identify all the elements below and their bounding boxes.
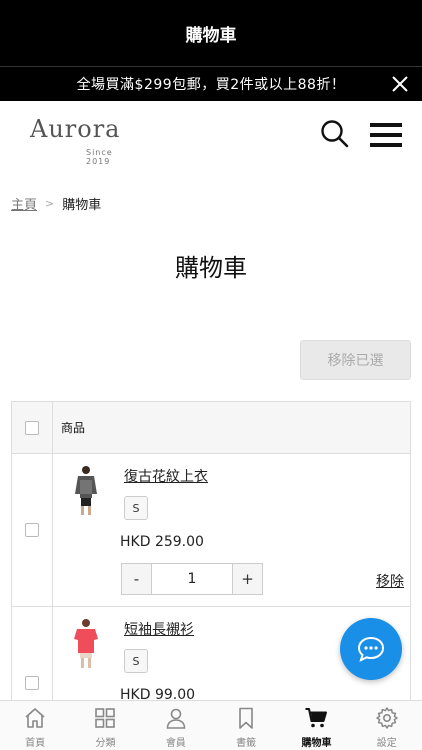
page-title: 購物車 [175, 254, 247, 282]
table-row: 復古花紋上衣 S HKD 259.00 - 1 + 移除 [12, 454, 410, 607]
header-product: 商品 [61, 421, 86, 435]
breadcrumb-separator: > [45, 197, 55, 210]
row-body: 復古花紋上衣 S HKD 259.00 - 1 + 移除 [53, 454, 410, 606]
logo[interactable]: Aurora Since 2019 [30, 115, 140, 166]
grid-icon [95, 708, 116, 728]
tab-label: 購物車 [301, 738, 332, 749]
quantity-value[interactable]: 1 [152, 564, 232, 594]
top-bar: 購物車 [0, 0, 422, 66]
tab-label: 設定 [376, 738, 397, 749]
quantity-increase-button[interactable]: + [232, 564, 262, 594]
hamburger-menu-icon[interactable] [370, 123, 402, 149]
bottom-tab-bar: 首頁 分類 會員 書籤 購物車 設定 [0, 700, 422, 750]
select-all-checkbox[interactable] [25, 420, 39, 435]
home-icon [25, 708, 45, 728]
user-icon [166, 708, 186, 729]
cart-table-header: 商品 [12, 402, 410, 454]
tab-settings[interactable]: 設定 [352, 701, 422, 750]
gear-icon [376, 707, 398, 729]
tab-categories[interactable]: 分類 [70, 701, 140, 750]
select-all-cell [12, 402, 53, 453]
bookmark-icon [239, 707, 253, 729]
product-price: HKD 259.00 [120, 534, 204, 550]
row-check-cell [12, 607, 53, 711]
product-name-link[interactable]: 復古花紋上衣 [124, 466, 208, 486]
breadcrumb-current: 購物車 [62, 198, 102, 213]
promo-banner: 全場買滿$299包郵，買2件或以上88折！ [0, 66, 422, 101]
row-checkbox[interactable] [25, 676, 39, 690]
tab-label: 會員 [165, 738, 186, 749]
row-check-cell [12, 454, 53, 606]
tab-label: 首頁 [25, 738, 46, 749]
tab-label: 書籤 [236, 738, 257, 749]
product-name-link[interactable]: 短袖長襯衫 [124, 619, 194, 639]
logo-tagline: Since 2019 [86, 148, 113, 166]
size-badge: S [124, 649, 148, 673]
row-checkbox[interactable] [25, 523, 39, 537]
search-icon[interactable] [320, 119, 350, 149]
remove-selected-button[interactable]: 移除已選 [300, 340, 411, 380]
size-badge: S [124, 496, 148, 520]
tab-bookmarks[interactable]: 書籤 [211, 701, 281, 750]
remove-item-link[interactable]: 移除 [376, 571, 404, 591]
chat-bubble-icon [357, 636, 385, 662]
promo-text: 全場買滿$299包郵，買2件或以上88折！ [76, 77, 346, 93]
quantity-stepper: - 1 + [121, 563, 263, 595]
site-header: Aurora Since 2019 [0, 101, 422, 171]
product-thumbnail[interactable] [71, 617, 101, 669]
product-thumbnail[interactable] [71, 464, 101, 516]
tab-label: 分類 [95, 738, 116, 749]
close-icon[interactable] [390, 74, 410, 94]
quantity-decrease-button[interactable]: - [122, 564, 152, 594]
top-bar-title: 購物車 [185, 25, 237, 46]
tab-member[interactable]: 會員 [141, 701, 211, 750]
breadcrumb: 主頁 > 購物車 [11, 194, 101, 213]
tab-home[interactable]: 首頁 [0, 701, 70, 750]
chat-button[interactable] [340, 618, 402, 680]
breadcrumb-home-link[interactable]: 主頁 [11, 194, 37, 213]
tab-cart[interactable]: 購物車 [281, 701, 351, 750]
cart-icon [305, 708, 328, 728]
logo-text: Aurora [30, 115, 121, 143]
